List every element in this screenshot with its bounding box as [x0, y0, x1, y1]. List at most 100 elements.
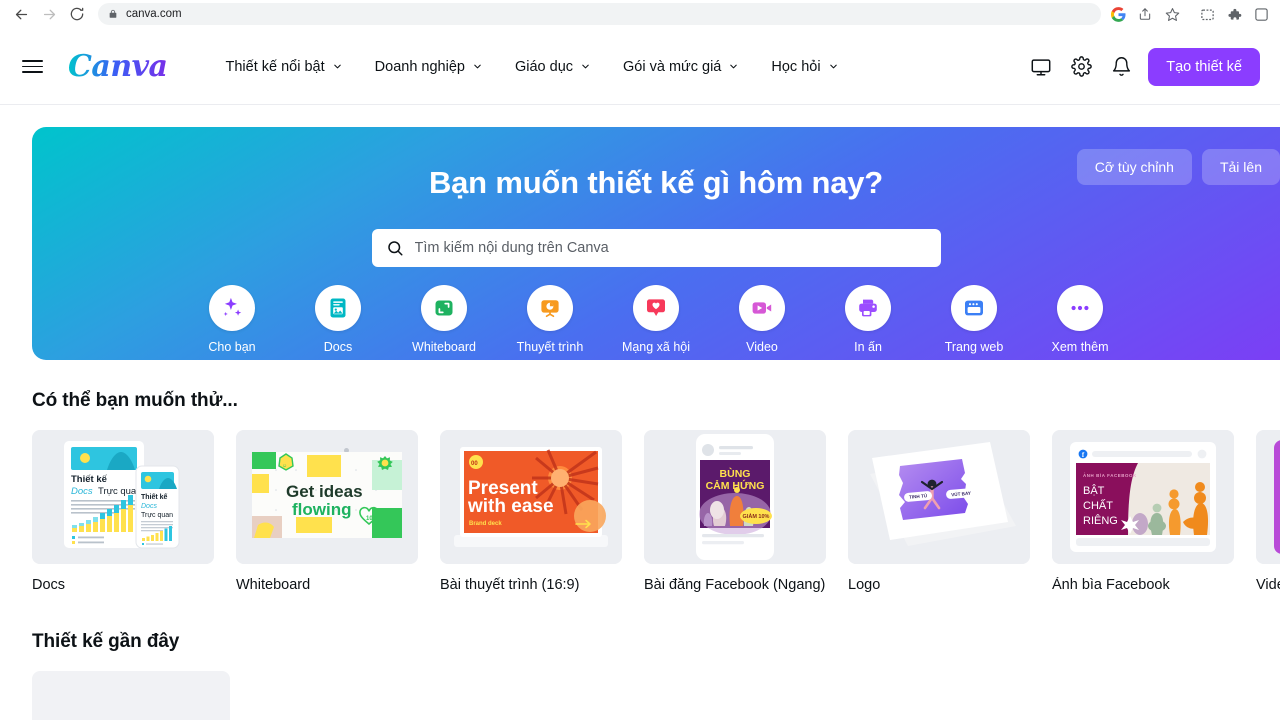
svg-text:BÙNG: BÙNG — [720, 467, 751, 480]
chevron-down-icon — [728, 61, 739, 72]
presentation-preview: 00 Present with ease Brand deck — [440, 430, 622, 564]
nav-label: Gói và mức giá — [623, 58, 722, 75]
nav-label: Doanh nghiệp — [374, 58, 465, 75]
chevron-down-icon — [828, 61, 839, 72]
card-label: Whiteboard — [236, 577, 311, 593]
search-input[interactable] — [414, 240, 927, 256]
chevron-down-icon — [332, 61, 343, 72]
search-icon — [386, 239, 404, 257]
suggestion-card-docs[interactable]: Thiết kế Docs Trực quan Thiết kế Docs Tr… — [32, 430, 214, 593]
category-shortcuts: Cho bạn Docs Whiteboard Thuyết trình Mạn… — [32, 285, 1280, 354]
canva-logo[interactable]: Canva — [68, 51, 172, 82]
svg-text:with ease: with ease — [467, 496, 554, 517]
address-bar-url: canva.com — [126, 8, 182, 20]
gear-icon[interactable] — [1068, 54, 1094, 80]
card-label: Bài đăng Facebook (Ngang) — [644, 577, 826, 593]
nav-item-plans-pricing[interactable]: Gói và mức giá — [607, 51, 755, 83]
chevron-down-icon — [472, 61, 483, 72]
recent-design-card[interactable] — [32, 671, 230, 720]
category-label: Video — [746, 340, 778, 354]
chevron-down-icon — [580, 61, 591, 72]
more-dots-icon — [1057, 285, 1103, 331]
monitor-icon[interactable] — [1028, 54, 1054, 80]
suggestion-card-logo[interactable]: TINH TÚ VÚT BAY Logo — [848, 430, 1030, 593]
category-mang-xa-hoi[interactable]: Mạng xã hội — [603, 285, 709, 354]
card-label: Logo — [848, 577, 881, 593]
svg-text:100: 100 — [366, 516, 377, 522]
hamburger-menu-icon[interactable] — [22, 52, 52, 82]
svg-text:Trực quan: Trực quan — [98, 486, 142, 497]
hero-section-wrapper: Cỡ tùy chỉnh Tải lên Bạn muốn thiết kế g… — [0, 105, 1280, 360]
browser-toolbar-icons — [1109, 5, 1272, 23]
nav-item-business[interactable]: Doanh nghiệp — [359, 51, 499, 83]
create-design-button[interactable]: Tạo thiết kế — [1148, 47, 1260, 86]
search-bar[interactable] — [371, 229, 941, 267]
suggestion-card-presentation[interactable]: 00 Present with ease Brand deck Bài thuy… — [440, 430, 622, 593]
nav-item-education[interactable]: Giáo dục — [499, 51, 607, 83]
svg-text:Brand deck: Brand deck — [469, 521, 502, 527]
nav-item-featured-designs[interactable]: Thiết kế nổi bật — [210, 51, 359, 83]
profile-icon[interactable] — [1252, 5, 1270, 23]
main-navigation: Thiết kế nổi bật Doanh nghiệp Giáo dục G… — [210, 51, 855, 83]
suggestion-card-facebook-cover[interactable]: f ẢNH BÌA FACEBOOK BẬT CHẤT RIÊNG Ảnh bì… — [1052, 430, 1234, 593]
svg-text:Trực quan: Trực quan — [141, 512, 173, 519]
category-video[interactable]: Video — [709, 285, 815, 354]
hero-banner: Cỡ tùy chỉnh Tải lên Bạn muốn thiết kế g… — [32, 127, 1280, 360]
browser-window-icon — [951, 285, 997, 331]
extensions-puzzle-icon[interactable] — [1225, 5, 1243, 23]
svg-text:Thiết kế: Thiết kế — [71, 474, 108, 485]
suggestion-card-video[interactable]: Video — [1256, 430, 1280, 593]
logo-preview: TINH TÚ VÚT BAY — [848, 430, 1030, 564]
facebook-post-preview: BÙNG CẢM HỨNG GIẢM 10% — [644, 430, 826, 564]
category-label: In ấn — [854, 340, 882, 354]
nav-label: Giáo dục — [514, 58, 574, 75]
lock-icon — [108, 8, 118, 20]
card-label: Bài thuyết trình (16:9) — [440, 577, 580, 593]
document-icon — [315, 285, 361, 331]
browser-forward-button[interactable] — [36, 1, 62, 27]
browser-back-button[interactable] — [8, 1, 34, 27]
category-label: Xem thêm — [1051, 340, 1109, 354]
whiteboard-icon — [421, 285, 467, 331]
nav-label: Thiết kế nổi bật — [225, 58, 325, 75]
category-in-an[interactable]: In ấn — [815, 285, 921, 354]
address-bar[interactable]: canva.com — [98, 3, 1101, 25]
bookmark-star-icon[interactable] — [1163, 5, 1181, 23]
card-label: Docs — [32, 577, 66, 593]
nav-item-learn[interactable]: Học hỏi — [755, 51, 854, 83]
upload-button[interactable]: Tải lên — [1201, 149, 1280, 185]
suggestions-card-row: Thiết kế Docs Trực quan Thiết kế Docs Tr… — [32, 430, 1280, 593]
category-cho-ban[interactable]: Cho bạn — [179, 285, 285, 354]
video-preview — [1256, 430, 1280, 564]
share-icon[interactable] — [1136, 5, 1154, 23]
bell-icon[interactable] — [1108, 54, 1134, 80]
sparkle-icon — [209, 285, 255, 331]
card-label: Ảnh bìa Facebook — [1052, 577, 1170, 593]
recent-designs-row — [32, 671, 1280, 720]
custom-size-button[interactable]: Cỡ tùy chỉnh — [1076, 149, 1192, 185]
svg-text:BẬT: BẬT — [1083, 484, 1105, 497]
browser-toolbar: canva.com — [0, 0, 1280, 29]
category-trang-web[interactable]: Trang web — [921, 285, 1027, 354]
category-whiteboard[interactable]: Whiteboard — [391, 285, 497, 354]
category-docs[interactable]: Docs — [285, 285, 391, 354]
suggestion-card-facebook-post[interactable]: BÙNG CẢM HỨNG GIẢM 10% Bài đăng Facebook… — [644, 430, 826, 593]
google-icon[interactable] — [1109, 5, 1127, 23]
suggestion-card-whiteboard[interactable]: ☺ 100 Get ideas flowing Whiteboard — [236, 430, 418, 593]
category-label: Thuyết trình — [516, 340, 584, 354]
canva-header: Canva Thiết kế nổi bật Doanh nghiệp Giáo… — [0, 29, 1280, 105]
recent-designs-title: Thiết kế gần đây — [32, 631, 180, 652]
card-label: Video — [1256, 577, 1280, 593]
browser-reload-button[interactable] — [64, 1, 90, 27]
tab-search-icon[interactable] — [1198, 5, 1216, 23]
docs-preview: Thiết kế Docs Trực quan Thiết kế Docs Tr… — [32, 430, 214, 564]
category-thuyet-trinh[interactable]: Thuyết trình — [497, 285, 603, 354]
category-label: Cho bạn — [208, 340, 256, 354]
whiteboard-preview: ☺ 100 Get ideas flowing — [236, 430, 418, 564]
suggestions-title: Có thể bạn muốn thử... — [32, 390, 238, 411]
svg-text:GIẢM 10%: GIẢM 10% — [743, 513, 770, 520]
category-label: Trang web — [944, 340, 1004, 354]
svg-text:RIÊNG: RIÊNG — [1083, 514, 1118, 527]
category-xem-them[interactable]: Xem thêm — [1027, 285, 1133, 354]
svg-text:flowing: flowing — [292, 500, 351, 519]
